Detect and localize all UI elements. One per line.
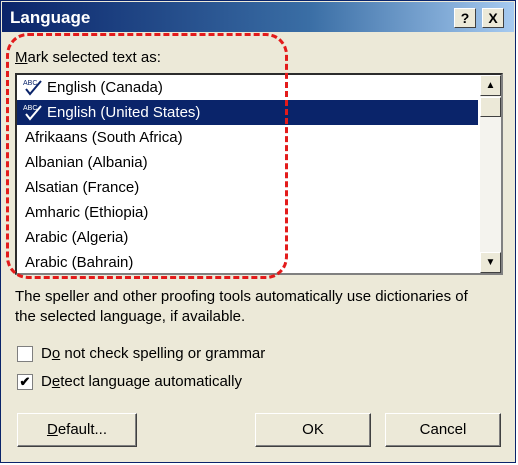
scroll-thumb[interactable] — [480, 97, 501, 117]
default-button[interactable]: Default... — [17, 413, 137, 447]
scroll-up-button[interactable]: ▲ — [480, 75, 501, 96]
close-button[interactable]: X — [482, 8, 504, 28]
detect-language-label: Detect language automatically — [41, 373, 242, 390]
no-check-option[interactable]: Do not check spelling or grammar — [17, 345, 265, 362]
title-bar: Language ? X — [2, 2, 514, 32]
detect-language-option[interactable]: ✔ Detect language automatically — [17, 373, 242, 390]
proofing-description: The speller and other proofing tools aut… — [15, 288, 468, 325]
ok-button[interactable]: OK — [255, 413, 371, 447]
no-check-checkbox[interactable] — [17, 345, 33, 362]
help-button[interactable]: ? — [454, 8, 476, 28]
scroll-down-button[interactable]: ▼ — [480, 252, 501, 273]
detect-language-checkbox[interactable]: ✔ — [17, 373, 33, 390]
no-check-label: Do not check spelling or grammar — [41, 345, 266, 362]
window-title: Language — [10, 8, 91, 27]
cancel-button[interactable]: Cancel — [385, 413, 501, 447]
vertical-scrollbar[interactable]: ▲ ▼ — [480, 75, 501, 273]
annotation-highlight — [6, 33, 288, 279]
